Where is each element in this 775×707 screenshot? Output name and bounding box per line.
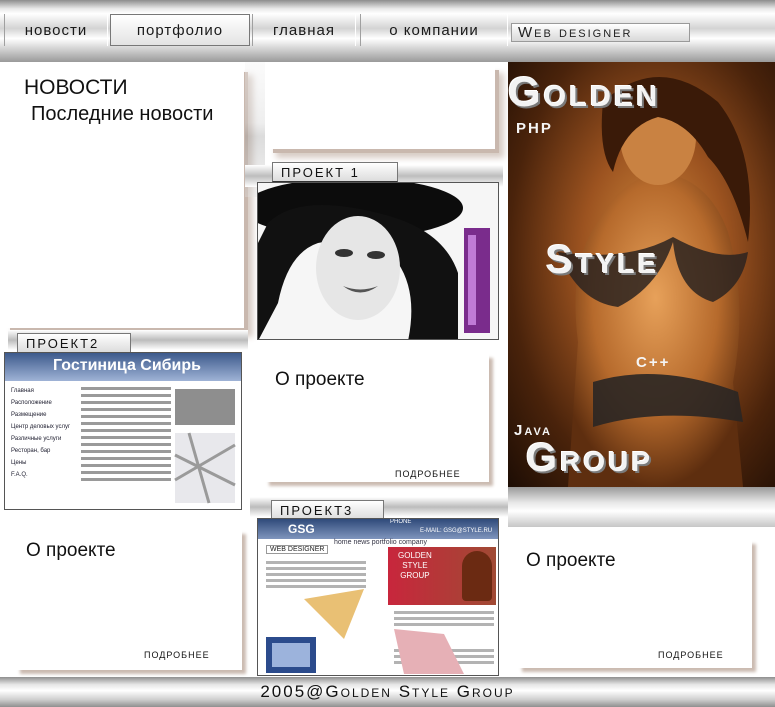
hero-about-card: О проекте ПОДРОБНЕЕ [518, 540, 752, 668]
project2-title: ПРОЕКТ2 [17, 333, 131, 353]
hero-word-style: Style [546, 238, 660, 282]
thumb-menu-item: Ресторан, бар [11, 448, 51, 454]
project2-thumbnail[interactable]: Гостиница Сибирь Главная Расположение Ра… [4, 352, 242, 510]
hero-word-golden: Golden [508, 68, 661, 115]
hero-banner: Golden PHP Style C++ Java Group [508, 62, 775, 487]
hero-word-group: Group [526, 436, 654, 480]
project1-about: О проекте [275, 369, 365, 390]
project1-thumbnail[interactable] [257, 182, 499, 340]
thumb-logo: GSG [288, 522, 315, 536]
news-subheading: Последние новости [31, 103, 214, 125]
web-designer-label: Web designer [511, 23, 690, 42]
news-heading: НОВОСТИ [24, 76, 128, 99]
nav-item-home[interactable]: главная [252, 14, 356, 46]
project2-more-link[interactable]: ПОДРОБНЕЕ [144, 650, 210, 660]
thumb-content-graphics [266, 561, 494, 674]
thumb-header: GSG PHONE E-MAIL: GSG@STYLE.RU [258, 519, 498, 539]
decor-panel [267, 64, 495, 149]
hero-tag-php: PHP [516, 120, 553, 137]
footer-copyright: 2005@Golden Style Group [0, 677, 775, 707]
thumb-menu-item: Размещение [11, 412, 47, 418]
project3-thumbnail[interactable]: GSG PHONE E-MAIL: GSG@STYLE.RU home news… [257, 518, 499, 676]
project3-title: ПРОЕКТ3 [271, 500, 384, 520]
nav-item-about[interactable]: о компании [360, 14, 508, 46]
news-panel: НОВОСТИ Последние новости [4, 66, 244, 328]
thumb-email: E-MAIL: GSG@STYLE.RU [420, 528, 493, 534]
thumb-menu-item: Расположение [11, 400, 52, 406]
thumb-menu: Главная Расположение Размещение Центр де… [11, 385, 70, 481]
thumb-menu: home news portfolio company [334, 539, 427, 546]
hero-tag-cpp: C++ [636, 354, 671, 371]
thumb-menu-item: Главная [11, 388, 34, 394]
hero-about: О проекте [526, 550, 616, 571]
project2-card: О проекте ПОДРОБНЕЕ [16, 530, 242, 670]
nav-item-news[interactable]: новости [4, 14, 108, 46]
thumb-label: WEB DESIGNER [266, 545, 329, 554]
project1-title: ПРОЕКТ 1 [272, 162, 398, 182]
project2-about: О проекте [26, 540, 116, 561]
project1-more-link[interactable]: ПОДРОБНЕЕ [395, 469, 461, 479]
hero-more-link[interactable]: ПОДРОБНЕЕ [658, 650, 724, 660]
project1-card: О проекте ПОДРОБНЕЕ [265, 354, 489, 482]
nav-item-portfolio[interactable]: портфолио [110, 14, 250, 46]
project1-image [258, 183, 498, 339]
thumb-phone: PHONE [390, 519, 412, 525]
thumb-menu-item: Цены [11, 460, 27, 466]
metal-strip [508, 487, 775, 527]
thumb-content-graphics [81, 387, 236, 504]
thumb-menu-item: F.A.Q. [11, 472, 28, 478]
thumb-menu-item: Различные услуги [11, 436, 62, 442]
thumb-menu-item: Центр деловых услуг [11, 424, 71, 430]
thumb-header-title: Гостиница Сибирь [53, 357, 201, 374]
thumb-header: Гостиница Сибирь [5, 353, 241, 381]
